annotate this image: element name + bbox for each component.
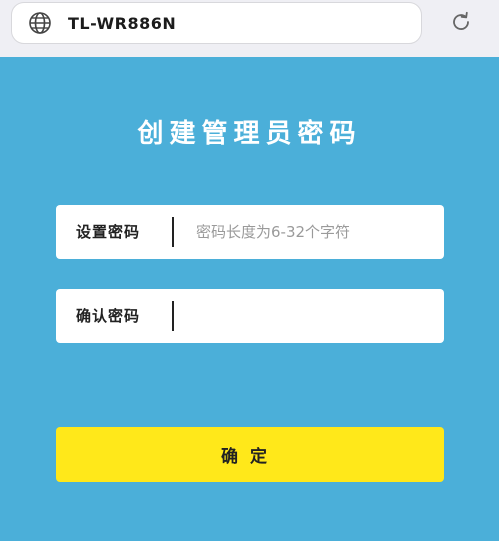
field-divider	[172, 217, 174, 247]
globe-icon	[29, 12, 51, 34]
set-password-input[interactable]	[182, 213, 434, 251]
confirm-button[interactable]: 确定	[56, 427, 444, 482]
browser-toolbar: TL-WR886N	[0, 0, 499, 57]
confirm-password-label: 确认密码	[76, 307, 141, 325]
confirm-password-input[interactable]	[182, 297, 434, 335]
url-text: TL-WR886N	[68, 14, 177, 33]
setup-panel: 创建管理员密码 设置密码 确认密码 确定	[0, 57, 499, 541]
set-password-label: 设置密码	[76, 223, 141, 241]
page-title: 创建管理员密码	[137, 119, 362, 149]
field-divider	[172, 301, 174, 331]
confirm-password-field: 确认密码	[56, 289, 444, 343]
address-bar[interactable]: TL-WR886N	[11, 2, 422, 44]
refresh-icon[interactable]	[449, 10, 473, 34]
set-password-field: 设置密码	[56, 205, 444, 259]
